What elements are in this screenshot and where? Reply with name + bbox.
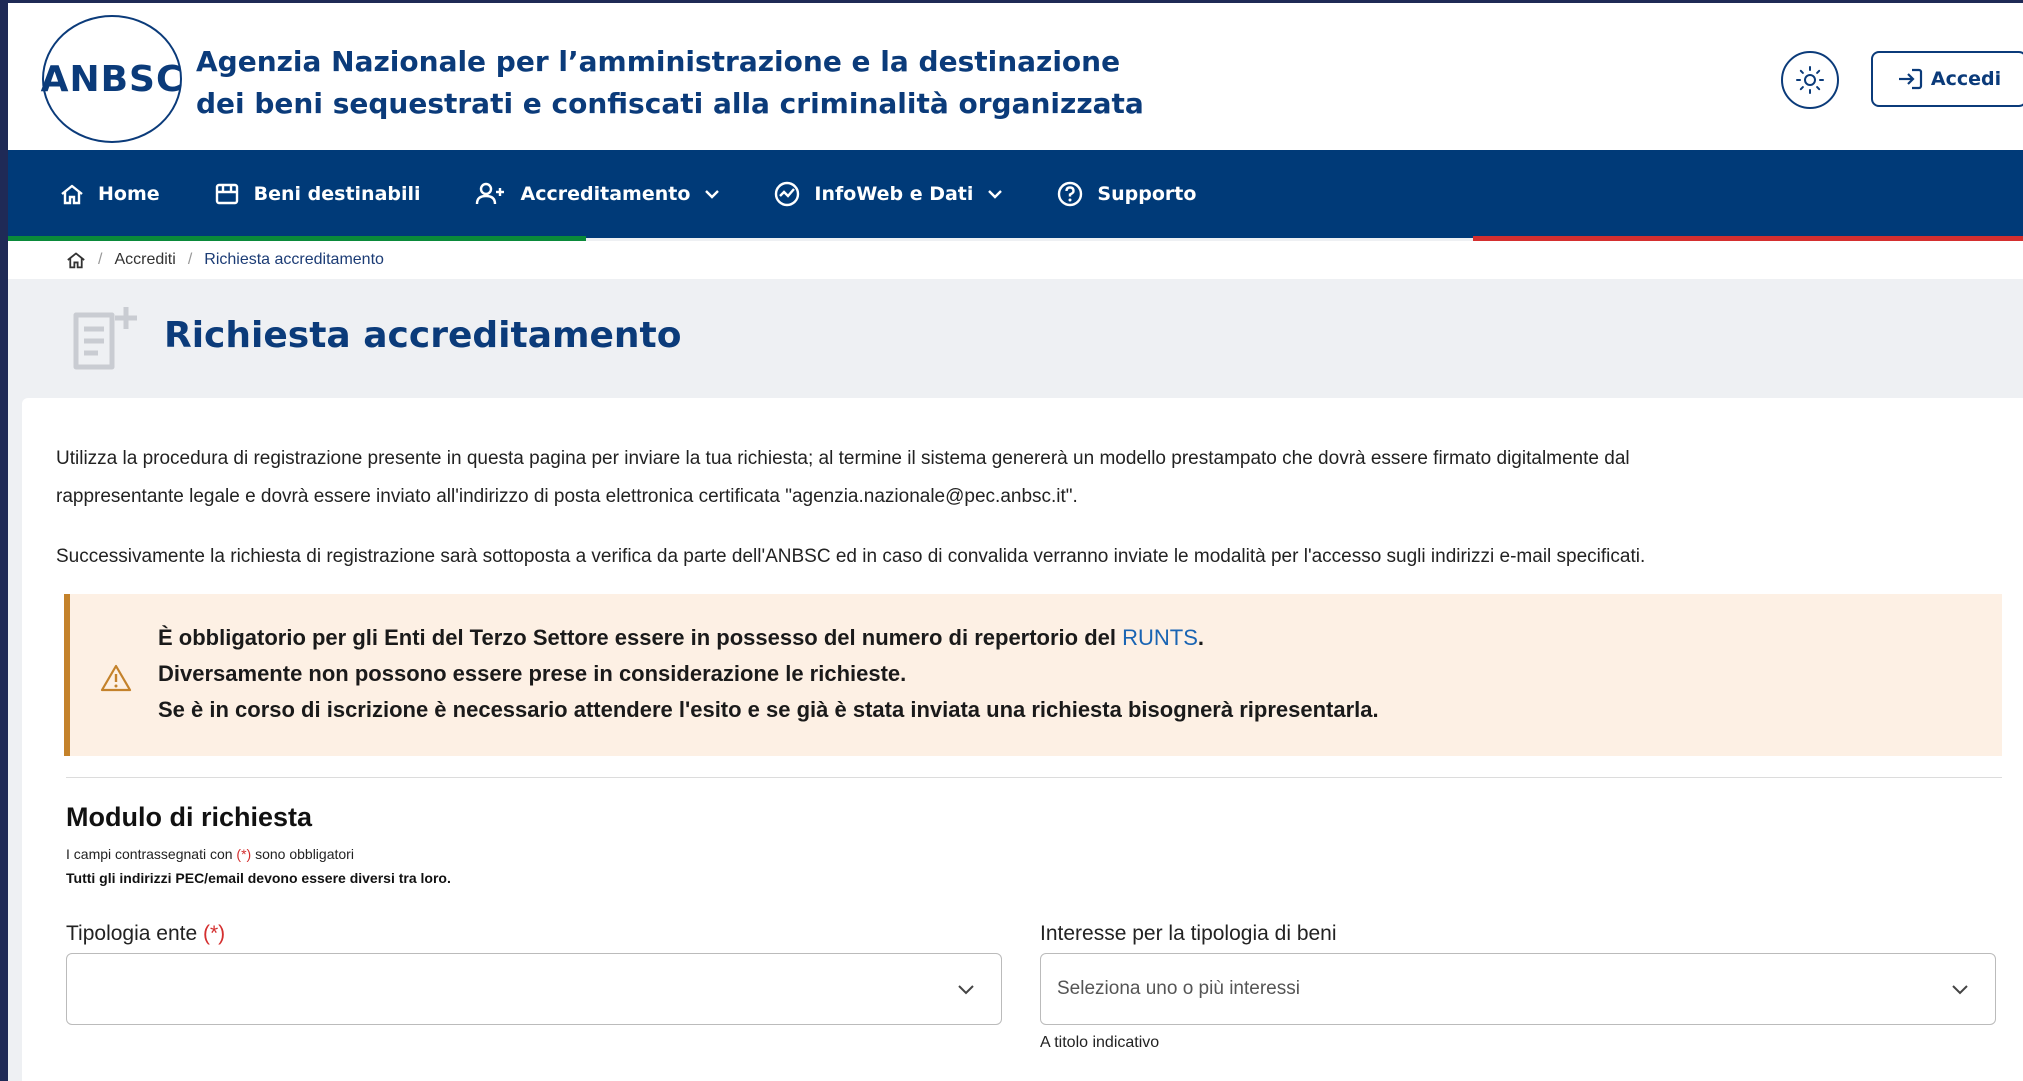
intro-line-2: rappresentante legale e dovrà essere inv… (56, 486, 1078, 507)
form-title: Modulo di richiesta (66, 802, 313, 832)
tipologia-ente-label-text: Tipologia ente (66, 922, 203, 945)
page-title-area: Richiesta accreditamento (8, 279, 2023, 397)
breadcrumb-item-current: Richiesta accreditamento (204, 251, 384, 268)
section-divider (66, 777, 2002, 778)
agency-name-line1: Agenzia Nazionale per l’amministrazione … (196, 45, 1121, 78)
chevron-down-icon (705, 190, 720, 199)
interesse-beni-label: Interesse per la tipologia di beni (1040, 922, 1337, 945)
interesse-beni-hint: A titolo indicativo (1040, 1034, 1160, 1051)
interesse-beni-placeholder: Seleziona uno o più interessi (1057, 978, 1300, 999)
page-title: Richiesta accreditamento (164, 315, 682, 356)
required-note-suffix: sono obbligatori (251, 846, 354, 862)
chevron-down-icon (958, 985, 974, 995)
home-icon (61, 184, 83, 205)
warning-line-1: È obbligatorio per gli Enti del Terzo Se… (158, 620, 1379, 656)
page: ANBSC Agenzia Nazionale per l’amministra… (8, 0, 2023, 1081)
breadcrumb-item-accrediti[interactable]: Accrediti (114, 251, 175, 269)
nav-item-label: Beni destinabili (253, 183, 421, 205)
pec-note: Tutti gli indirizzi PEC/email devono ess… (66, 870, 451, 886)
home-icon[interactable] (66, 251, 86, 269)
anbsc-logo[interactable]: ANBSC (40, 15, 184, 143)
intro-line-1: Utilizza la procedura di registrazione p… (56, 448, 1630, 469)
warning-line-1-suffix: . (1197, 625, 1205, 650)
warning-line-2: Diversamente non possono essere prese in… (158, 661, 907, 686)
tipologia-ente-label: Tipologia ente (*) (66, 922, 225, 946)
login-label: Accedi (1930, 68, 2002, 90)
warning-line-1-text: È obbligatorio per gli Enti del Terzo Se… (158, 625, 1123, 650)
warning-icon (100, 664, 132, 692)
nav-item-label: Home (98, 183, 160, 205)
login-icon (1898, 68, 1922, 90)
chevron-down-icon (1952, 985, 1968, 995)
tipologia-ente-select[interactable] (66, 953, 1002, 1025)
warning-line-3: Se è in corso di iscrizione è necessario… (158, 697, 1379, 722)
main-nav: Home Beni destinabili Accreditamento Inf… (8, 150, 2023, 238)
chart-icon (775, 181, 800, 207)
sun-icon (1796, 66, 1824, 94)
required-note-prefix: I campi contrassegnati con (66, 846, 237, 862)
required-fields-note: I campi contrassegnati con (*) sono obbl… (66, 846, 354, 862)
warning-text: È obbligatorio per gli Enti del Terzo Se… (158, 620, 1379, 728)
nav-item-label: Supporto (1097, 183, 1197, 205)
nav-item-supporto[interactable]: Supporto (1057, 150, 1196, 238)
breadcrumb-separator: / (98, 251, 103, 268)
runts-link[interactable]: RUNTS (1122, 625, 1198, 650)
nav-item-home[interactable]: Home (60, 150, 160, 238)
add-user-icon (475, 182, 504, 205)
agency-name-line2: dei beni sequestrati e confiscati alla c… (196, 87, 1144, 120)
nav-item-accreditamento[interactable]: Accreditamento (475, 150, 721, 238)
agency-name[interactable]: Agenzia Nazionale per l’amministrazione … (196, 41, 1296, 125)
breadcrumb-separator: / (187, 251, 193, 268)
nav-item-beni-destinabili[interactable]: Beni destinabili (214, 150, 421, 238)
warning-callout: È obbligatorio per gli Enti del Terzo Se… (64, 594, 2002, 756)
required-marker: (*) (236, 846, 252, 862)
nav-item-label: InfoWeb e Dati (814, 183, 974, 205)
required-marker: (*) (202, 922, 226, 945)
breadcrumb: / Accrediti / Richiesta accreditamento (8, 241, 2023, 279)
theme-toggle-button[interactable] (1781, 51, 1839, 109)
nav-item-infoweb[interactable]: InfoWeb e Dati (774, 150, 1003, 238)
nav-item-label: Accreditamento (520, 183, 691, 205)
help-icon (1058, 181, 1083, 207)
intro-paragraph-2: Successivamente la richiesta di registra… (56, 546, 1646, 567)
interesse-beni-select[interactable]: Seleziona uno o più interessi (1040, 953, 1996, 1025)
login-button[interactable]: Accedi (1871, 51, 2023, 107)
add-document-icon (73, 307, 137, 370)
intro-paragraph-1: Utilizza la procedura di registrazione p… (56, 440, 2006, 516)
logo-text: ANBSC (40, 58, 184, 100)
site-header: ANBSC Agenzia Nazionale per l’amministra… (8, 0, 2023, 150)
chevron-down-icon (988, 190, 1003, 199)
shop-icon (215, 183, 238, 205)
